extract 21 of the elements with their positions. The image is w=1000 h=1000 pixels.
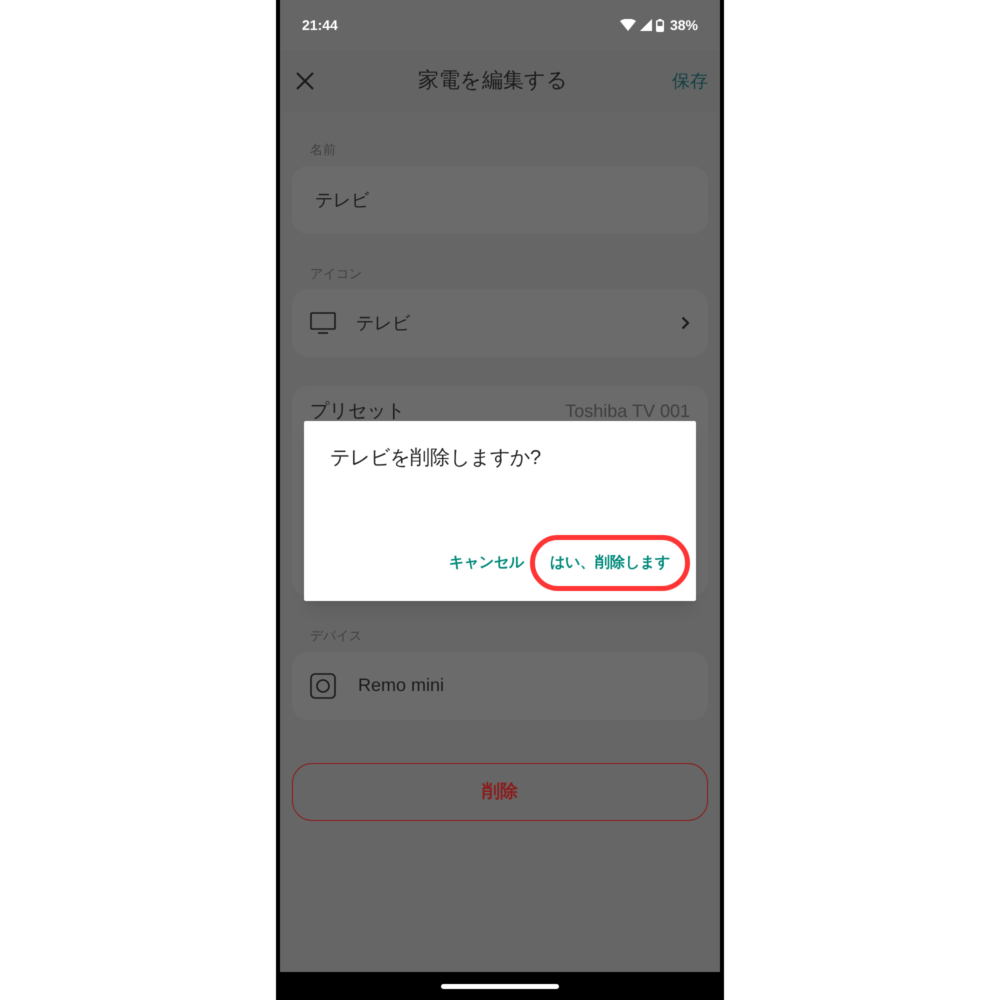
device-icon <box>310 672 336 698</box>
chevron-right-icon <box>681 316 690 330</box>
close-icon[interactable] <box>296 72 314 90</box>
icon-name: テレビ <box>356 312 411 334</box>
dialog-button[interactable]: キャンセル <box>443 535 530 591</box>
device-selector[interactable]: Remo mini <box>292 652 708 720</box>
icon-selector[interactable]: テレビ <box>292 289 708 357</box>
dialog-title: テレビを削除しますか? <box>330 446 542 471</box>
screen-title: 家電を編集する <box>418 68 568 94</box>
dialog-button[interactable]: はい、削除します <box>530 535 690 591</box>
preset-label: プリセット <box>310 400 405 424</box>
device-name: Remo mini <box>358 674 444 697</box>
name-input[interactable]: テレビ <box>292 166 708 234</box>
status-time: 21:44 <box>302 16 338 34</box>
save-button[interactable]: 保存 <box>672 68 708 94</box>
signal-icon <box>640 19 652 31</box>
battery-level: 38% <box>670 16 698 34</box>
tv-icon <box>310 312 336 334</box>
battery-icon <box>656 18 664 32</box>
home-indicator[interactable] <box>441 984 559 988</box>
wifi-icon <box>620 19 636 31</box>
